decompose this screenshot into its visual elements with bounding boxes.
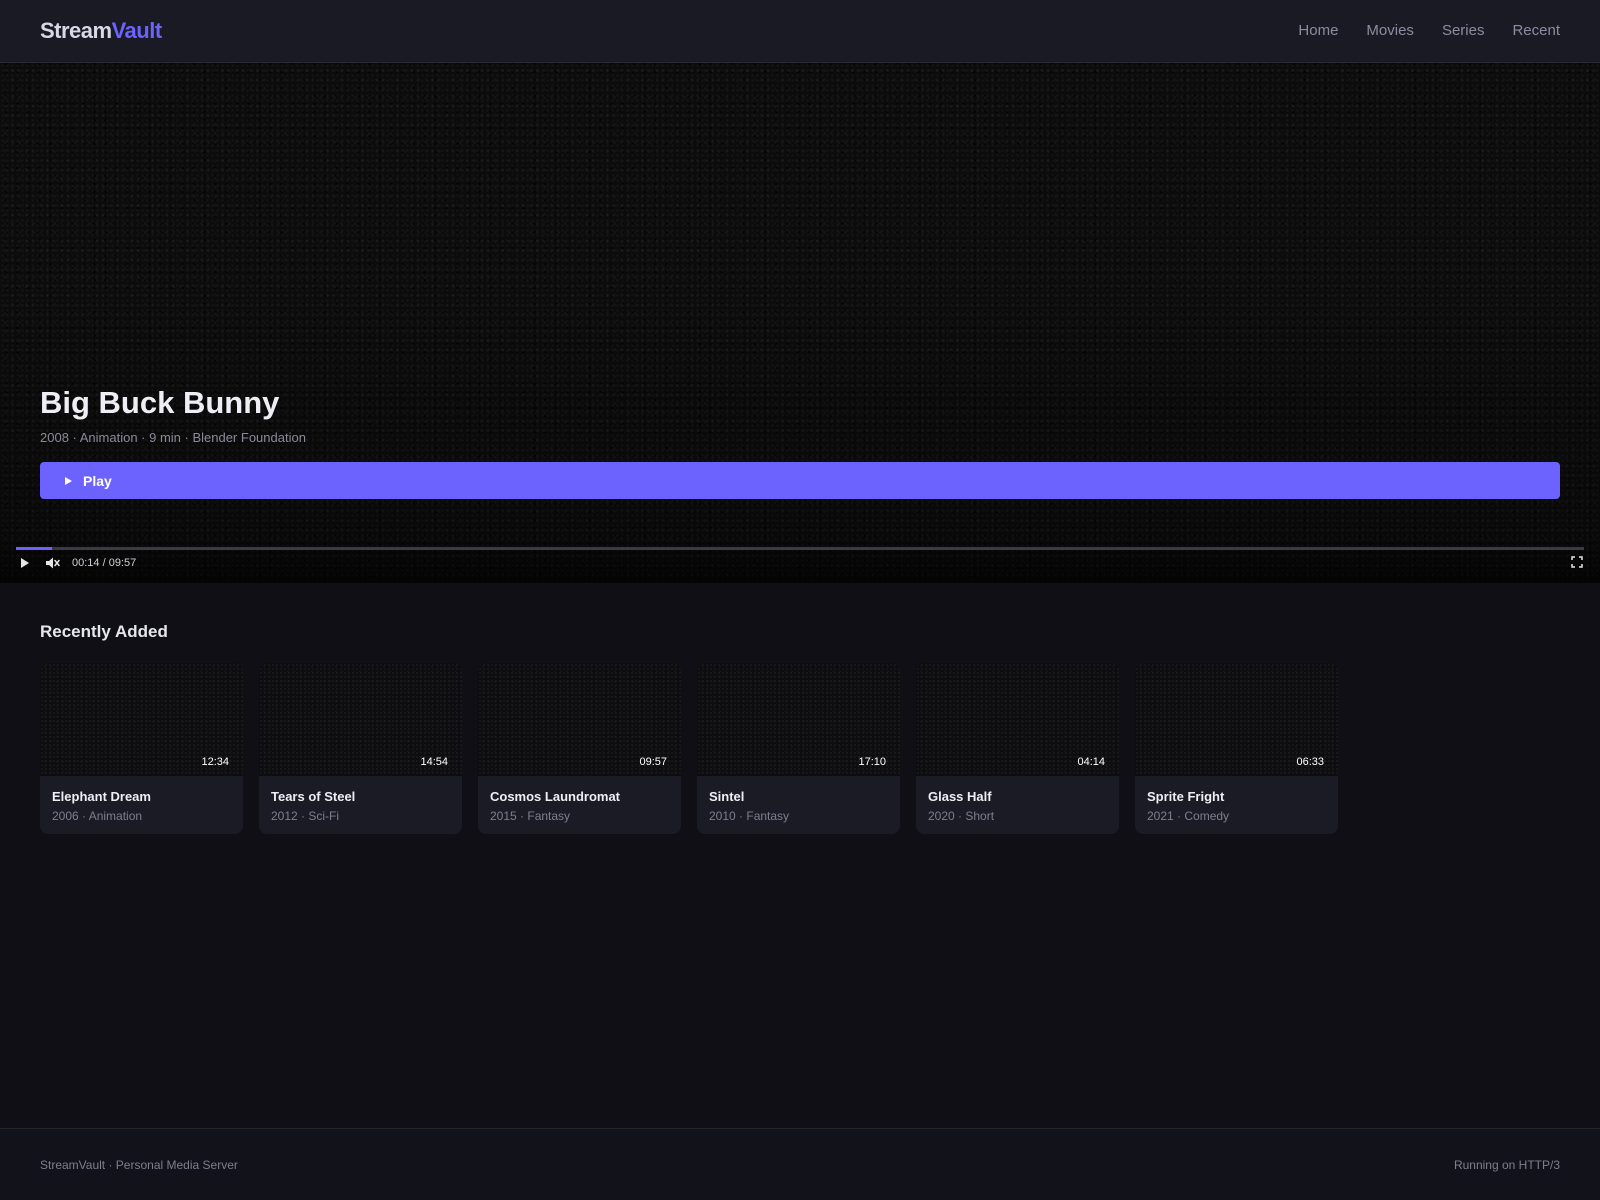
card-title: Tears of Steel <box>271 789 356 804</box>
brand-logo[interactable]: StreamVault <box>40 18 162 44</box>
media-card[interactable]: 14:54 Tears of Steel 2012 · Sci-Fi <box>259 663 462 834</box>
nav-item-recent[interactable]: Recent <box>1512 22 1560 39</box>
card-subtitle: 2015 · Fantasy <box>490 809 571 823</box>
card-thumbnail: 14:54 <box>259 663 462 776</box>
duration-badge: 12:34 <box>201 756 229 768</box>
media-card[interactable]: 17:10 Sintel 2010 · Fantasy <box>697 663 900 834</box>
card-thumbnail: 06:33 <box>1135 663 1338 776</box>
card-subtitle: 2010 · Fantasy <box>709 809 790 823</box>
main-nav: Home Movies Series Recent <box>1298 22 1560 39</box>
card-subtitle: 2021 · Comedy <box>1147 809 1230 823</box>
media-card[interactable]: 06:33 Sprite Fright 2021 · Comedy <box>1135 663 1338 834</box>
hero-title: Big Buck Bunny <box>40 385 280 420</box>
video-player[interactable]: Big Buck Bunny 2008 · Animation · 9 min … <box>0 63 1600 583</box>
media-card[interactable]: 04:14 Glass Half 2020 · Short <box>916 663 1119 834</box>
card-thumbnail: 17:10 <box>697 663 900 776</box>
play-icon[interactable] <box>19 556 31 570</box>
card-title: Glass Half <box>928 789 992 804</box>
card-thumbnail: 12:34 <box>40 663 243 776</box>
card-subtitle: 2006 · Animation <box>52 809 143 823</box>
media-card[interactable]: 12:34 Elephant Dream 2006 · Animation <box>40 663 243 834</box>
card-title: Sprite Fright <box>1147 789 1225 804</box>
hero-meta: 2008 · Animation · 9 min · Blender Found… <box>40 430 306 445</box>
footer-server-name: StreamVault · Personal Media Server <box>40 1158 238 1172</box>
page: StreamVault Home Movies Series Recent Bi… <box>0 0 1600 1200</box>
card-title: Sintel <box>709 789 745 804</box>
card-thumbnail: 09:57 <box>478 663 681 776</box>
brand-name-part1: Stream <box>40 18 112 43</box>
recent-cards: 12:34 Elephant Dream 2006 · Animation 14… <box>40 663 1338 834</box>
card-title: Elephant Dream <box>52 789 151 804</box>
duration-badge: 04:14 <box>1077 756 1105 768</box>
nav-item-series[interactable]: Series <box>1442 22 1485 39</box>
player-controls: 00:14 / 09:57 <box>0 535 1600 583</box>
section-title-recently-added: Recently Added <box>40 622 168 641</box>
duration-badge: 06:33 <box>1296 756 1324 768</box>
nav-item-home[interactable]: Home <box>1298 22 1338 39</box>
card-subtitle: 2020 · Short <box>928 809 995 823</box>
page-footer: StreamVault · Personal Media Server Runn… <box>0 1128 1600 1200</box>
play-button-label: Play <box>83 472 112 489</box>
fullscreen-icon[interactable] <box>1570 555 1584 569</box>
muted-speaker-icon[interactable] <box>44 555 60 571</box>
time-display: 00:14 / 09:57 <box>72 557 137 569</box>
progress-fill <box>16 547 53 550</box>
duration-badge: 14:54 <box>420 756 448 768</box>
progress-bar[interactable] <box>16 547 1584 550</box>
media-card[interactable]: 09:57 Cosmos Laundromat 2015 · Fantasy <box>478 663 681 834</box>
nav-item-movies[interactable]: Movies <box>1366 22 1414 39</box>
footer-protocol-status: Running on HTTP/3 <box>1453 1158 1560 1172</box>
top-header: StreamVault Home Movies Series Recent <box>0 0 1600 63</box>
card-thumbnail: 04:14 <box>916 663 1119 776</box>
duration-badge: 17:10 <box>858 756 886 768</box>
brand-name-part2: Vault <box>111 18 163 43</box>
play-button[interactable]: Play <box>40 462 1560 499</box>
play-icon <box>65 476 72 485</box>
duration-badge: 09:57 <box>639 756 667 768</box>
card-subtitle: 2012 · Sci-Fi <box>271 809 340 823</box>
card-title: Cosmos Laundromat <box>490 789 621 804</box>
